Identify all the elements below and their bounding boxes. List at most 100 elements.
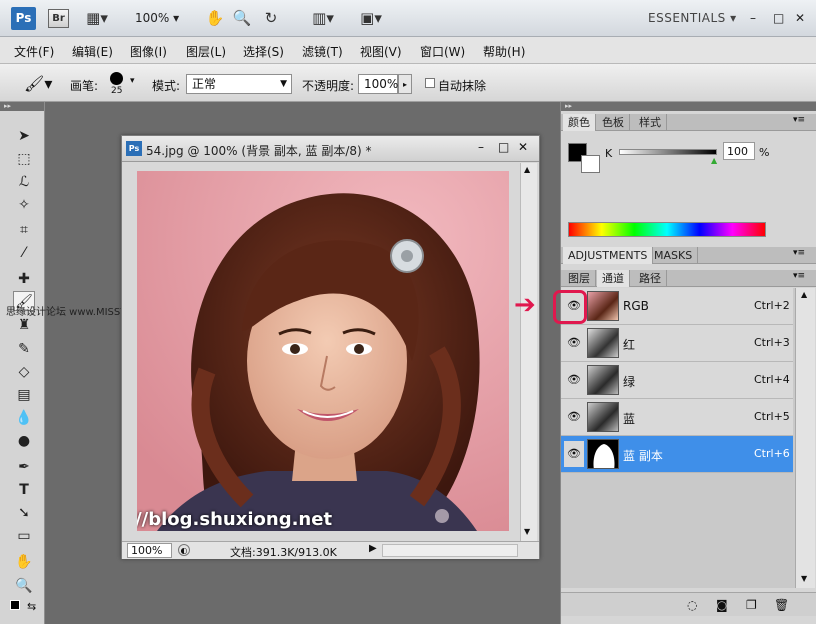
type-tool-icon[interactable]: T [13, 480, 35, 500]
status-options-icon[interactable]: ◐ [178, 544, 190, 556]
visibility-eye-icon[interactable]: 👁 [564, 404, 584, 430]
menu-image[interactable]: 图像(I) [130, 43, 167, 60]
channels-scrollbar[interactable]: ▲ ▼ [795, 288, 815, 588]
load-selection-icon[interactable]: ◌ [687, 598, 697, 612]
tab-masks[interactable]: MASKS [649, 247, 699, 264]
document-size: 文档:391.3K/913.0K [230, 546, 337, 559]
channel-row-blue-copy[interactable]: 👁 蓝 副本 Ctrl+6 [561, 436, 793, 473]
opacity-input[interactable]: 100% [358, 74, 398, 94]
eyedropper-tool-icon[interactable]: ⁄ [13, 243, 35, 263]
save-selection-icon[interactable]: ◙ [716, 598, 728, 612]
channel-name: 蓝 副本 [623, 449, 663, 463]
brush-label: 画笔: [70, 79, 99, 93]
tab-channels[interactable]: 通道 [597, 270, 630, 287]
channel-row-rgb[interactable]: 👁 RGB Ctrl+2 [561, 288, 793, 325]
shape-tool-icon[interactable]: ▭ [13, 526, 35, 546]
workspace-switcher[interactable]: ESSENTIALS ▾ [648, 11, 737, 25]
menu-help[interactable]: 帮助(H) [483, 43, 525, 60]
scroll-up-arrow[interactable]: ▲ [524, 165, 530, 174]
document-vertical-scrollbar[interactable]: ▲ ▼ [520, 163, 537, 541]
color-spectrum-bar[interactable] [568, 222, 766, 237]
mode-dropdown[interactable]: 正常 ▼ [186, 74, 292, 94]
tab-styles[interactable]: 样式 [634, 114, 667, 131]
scroll-down-arrow[interactable]: ▼ [524, 527, 530, 536]
close-button[interactable]: ✕ [795, 9, 805, 28]
k-value-input[interactable]: 100 [723, 142, 755, 160]
channel-row-green[interactable]: 👁 绿 Ctrl+4 [561, 362, 793, 399]
hand-tool-icon[interactable]: ✋ [13, 552, 35, 572]
menu-window[interactable]: 窗口(W) [420, 43, 465, 60]
move-tool-icon[interactable]: ➤ [13, 126, 35, 146]
opacity-slider-button[interactable]: ▸ [398, 74, 412, 94]
panel-dock-collapse-icon[interactable]: ▸▸ [561, 102, 816, 111]
gradient-tool-icon[interactable]: ▤ [13, 385, 35, 405]
k-slider[interactable] [619, 149, 717, 155]
clone-stamp-tool-icon[interactable]: ♜ [13, 315, 35, 335]
foreground-color-swatch[interactable] [10, 600, 20, 610]
zoom-tool-icon[interactable]: 🔍 [13, 576, 35, 596]
tab-swatches[interactable]: 色板 [597, 114, 630, 131]
panel-menu-icon[interactable]: ▾≡ [793, 115, 805, 125]
tab-layers[interactable]: 图层 [563, 270, 596, 287]
menu-edit[interactable]: 编辑(E) [72, 43, 113, 60]
bridge-button[interactable]: Br [48, 9, 69, 28]
menu-layer[interactable]: 图层(L) [186, 43, 226, 60]
magic-wand-tool-icon[interactable]: ✧ [13, 195, 35, 215]
channel-row-blue[interactable]: 👁 蓝 Ctrl+5 [561, 399, 793, 436]
scroll-down-arrow[interactable]: ▼ [801, 574, 807, 583]
menu-file[interactable]: 文件(F) [14, 43, 54, 60]
menu-select[interactable]: 选择(S) [243, 43, 284, 60]
status-menu-arrow[interactable]: ▶ [369, 543, 377, 554]
path-selection-tool-icon[interactable]: ➘ [13, 503, 35, 523]
blur-tool-icon[interactable]: 💧 [13, 408, 35, 428]
brush-tool-preset-icon[interactable]: 🖌▾ [24, 74, 52, 93]
scroll-up-arrow[interactable]: ▲ [801, 290, 807, 299]
rotate-view-icon[interactable]: ↻ [260, 9, 282, 28]
status-zoom-field[interactable]: 100% [127, 543, 172, 558]
history-brush-tool-icon[interactable]: ✎ [13, 339, 35, 359]
tab-color[interactable]: 颜色 [563, 114, 596, 131]
zoom-tool-icon[interactable]: 🔍 [232, 9, 252, 28]
channel-shortcut: Ctrl+3 [754, 336, 790, 349]
delete-channel-icon[interactable]: 🗑 [774, 598, 789, 612]
chevron-down-icon[interactable]: ▾ [130, 76, 135, 86]
mode-label: 模式: [152, 79, 181, 93]
menu-filter[interactable]: 滤镜(T) [302, 43, 343, 60]
tab-adjustments[interactable]: ADJUSTMENTS [563, 247, 654, 264]
visibility-eye-icon[interactable]: 👁 [564, 330, 584, 356]
menu-view[interactable]: 视图(V) [360, 43, 402, 60]
toolbox-collapse-icon[interactable]: ▸▸ [0, 102, 44, 111]
lasso-tool-icon[interactable]: ℒ [13, 172, 35, 192]
minimize-button[interactable]: – [750, 9, 756, 28]
auto-erase-checkbox[interactable] [425, 78, 435, 88]
swap-colors-icon[interactable]: ⇆ [27, 600, 36, 613]
hand-tool-icon[interactable]: ✋ [205, 9, 225, 28]
k-slider-handle[interactable]: ▲ [711, 156, 717, 165]
dodge-tool-icon[interactable]: ● [13, 431, 35, 451]
visibility-eye-icon[interactable]: 👁 [564, 441, 584, 467]
image-canvas[interactable]: http://blog.shuxiong.net [137, 171, 509, 531]
crop-tool-icon[interactable]: ⌗ [13, 220, 35, 240]
view-extras-icon[interactable]: ▦▾ [84, 9, 110, 28]
maximize-button[interactable]: □ [773, 9, 784, 28]
arrange-documents-icon[interactable]: ▥▾ [306, 9, 340, 28]
doc-close-button[interactable]: ✕ [518, 140, 528, 154]
doc-minimize-button[interactable]: – [478, 140, 484, 154]
panel-menu-icon[interactable]: ▾≡ [793, 248, 805, 258]
background-swatch[interactable] [581, 155, 600, 173]
document-horizontal-scrollbar[interactable] [382, 544, 518, 557]
visibility-eye-icon[interactable]: 👁 [564, 367, 584, 393]
pen-tool-icon[interactable]: ✒ [13, 457, 35, 477]
healing-brush-tool-icon[interactable]: ✚ [13, 269, 35, 289]
document-titlebar[interactable]: Ps 54.jpg @ 100% (背景 副本, 蓝 副本/8) * – □ ✕ [122, 136, 539, 162]
doc-maximize-button[interactable]: □ [498, 140, 509, 154]
marquee-tool-icon[interactable]: ⬚ [13, 149, 35, 169]
tab-paths[interactable]: 路径 [634, 270, 667, 287]
brush-preview-icon[interactable] [110, 72, 123, 85]
new-channel-icon[interactable]: ❐ [746, 598, 757, 612]
zoom-level-dropdown[interactable]: 100% ▾ [135, 9, 179, 28]
channel-row-red[interactable]: 👁 红 Ctrl+3 [561, 325, 793, 362]
screen-mode-icon[interactable]: ▣▾ [354, 9, 388, 28]
eraser-tool-icon[interactable]: ◇ [13, 362, 35, 382]
panel-menu-icon[interactable]: ▾≡ [793, 271, 805, 281]
